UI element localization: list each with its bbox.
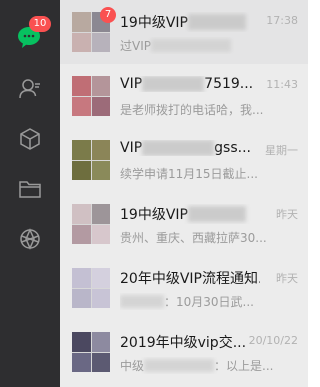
unread-badge: 7 (100, 7, 116, 23)
conversation-time: 星期一 (265, 144, 298, 157)
files-tab[interactable] (15, 174, 45, 204)
cube-icon (20, 128, 40, 150)
conversation-list: 7 19中级VIP 17:38 过VIP VIP 7519... 11:43 是老… (60, 0, 308, 387)
conversation-time: 17:38 (266, 14, 298, 27)
conversation-time: 昨天 (276, 208, 298, 221)
conversation-preview: 过VIP (120, 37, 298, 54)
conversation-item[interactable]: VIP 7519... 11:43 是老师拨打的电话哈，我... (60, 64, 308, 128)
favorites-tab[interactable] (15, 124, 45, 154)
conversation-title: 20年中级VIP流程通知... (120, 271, 260, 287)
group-avatar (72, 76, 110, 116)
unread-badge: 10 (29, 16, 51, 32)
conversation-preview: ：10月30日武... (120, 293, 298, 310)
conversation-title: 2019年中级vip交... (120, 335, 247, 351)
conversation-preview: 中级 ：以上是... (120, 359, 274, 373)
conversation-title: VIP gss... (120, 140, 251, 156)
contacts-icon (19, 79, 40, 99)
conversation-preview: 续学申请11月15日截止... (120, 167, 258, 181)
group-avatar (72, 268, 110, 308)
conversation-time: 11:43 (266, 78, 298, 91)
conversation-preview: 贵州、重庆、西藏拉萨30... (120, 231, 267, 245)
conversation-title: VIP 7519... (120, 76, 254, 92)
contacts-tab[interactable] (15, 74, 45, 104)
conversation-time: 昨天 (276, 272, 298, 285)
conversation-item[interactable]: VIP gss... 星期一 续学申请11月15日截止... (60, 128, 308, 192)
conversation-title: 19中级VIP (120, 204, 260, 224)
moments-icon (20, 228, 40, 250)
sidebar-nav: 10 (0, 0, 60, 387)
chat-tab[interactable]: 10 (15, 16, 51, 52)
conversation-time: 20/10/22 (248, 334, 298, 347)
group-avatar (72, 204, 110, 244)
conversation-item[interactable]: 19中级VIP 昨天 贵州、重庆、西藏拉萨30... (60, 192, 308, 256)
conversation-title: 19中级VIP (120, 12, 260, 32)
conversation-item[interactable]: 20年中级VIP流程通知... 昨天 ：10月30日武... (60, 256, 308, 320)
conversation-item[interactable]: 2019年中级vip交... 20/10/22 中级 ：以上是... (60, 320, 308, 384)
conversation-preview: 是老师拨打的电话哈，我... (120, 103, 264, 117)
moments-tab[interactable] (15, 224, 45, 254)
folder-icon (19, 181, 41, 198)
conversation-item[interactable]: 7 19中级VIP 17:38 过VIP (60, 0, 308, 64)
group-avatar (72, 140, 110, 180)
group-avatar (72, 332, 110, 372)
